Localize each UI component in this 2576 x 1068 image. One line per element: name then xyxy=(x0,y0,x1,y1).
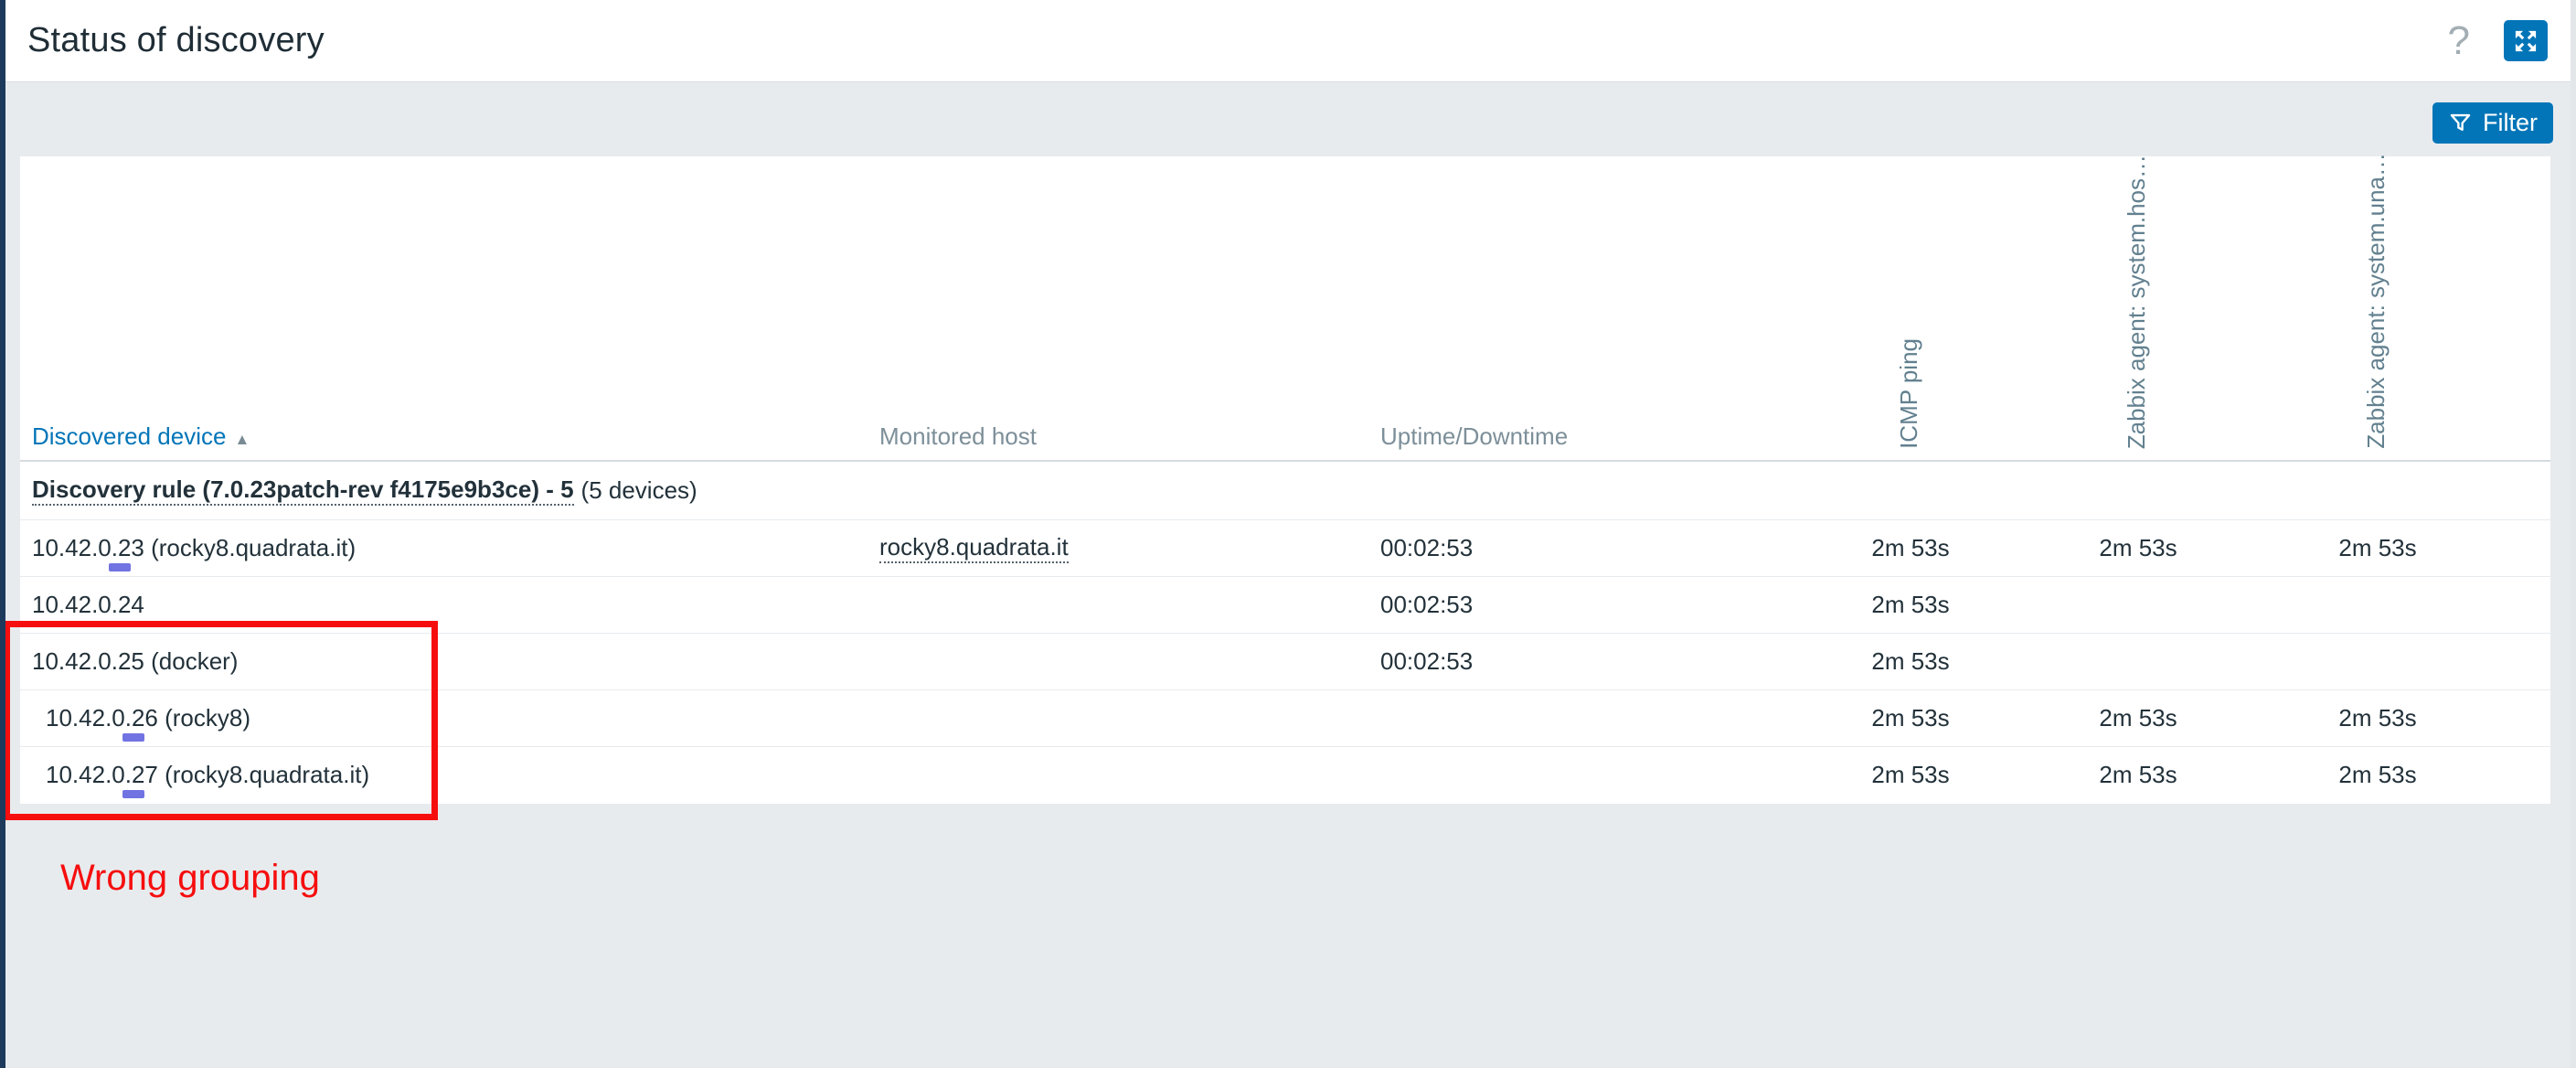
discovered-device-cell: 10.42.0.27 (rocky8.quadrata.it) xyxy=(46,747,369,803)
funnel-icon xyxy=(2448,111,2473,135)
uptime-cell: 00:02:53 xyxy=(1380,577,1473,633)
sort-ascending-icon: ▲ xyxy=(234,431,250,449)
monitored-host-link[interactable]: rocky8.quadrata.it xyxy=(879,533,1069,563)
icmp-ping-cell: 2m 53s xyxy=(1837,577,1984,633)
agent-hostname-cell xyxy=(2065,577,2211,633)
table-row: 10.42.0.27 (rocky8.quadrata.it) 2m 53s 2… xyxy=(20,746,2550,803)
discovered-device-label: 10.42.0.23 (rocky8.quadrata.it) xyxy=(32,534,356,562)
sidebar-edge xyxy=(0,0,5,1068)
agent-hostname-cell xyxy=(2065,634,2211,689)
column-header-monitored-host: Monitored host xyxy=(879,422,1037,451)
agent-uname-cell xyxy=(2305,634,2451,689)
table-body: 10.42.0.23 (rocky8.quadrata.it) rocky8.q… xyxy=(20,519,2550,803)
discovery-status-table: Discovered device ▲ Monitored host Uptim… xyxy=(20,156,2550,804)
annotation-label: Wrong grouping xyxy=(60,858,320,899)
column-header-uptime-downtime: Uptime/Downtime xyxy=(1380,422,1568,451)
table-row: 10.42.0.23 (rocky8.quadrata.it) rocky8.q… xyxy=(20,519,2550,576)
table-header: Discovered device ▲ Monitored host Uptim… xyxy=(20,156,2550,462)
agent-hostname-cell: 2m 53s xyxy=(2065,520,2211,576)
discovered-device-cell: 10.42.0.23 (rocky8.quadrata.it) xyxy=(32,520,356,576)
column-header-label: Discovered device xyxy=(32,422,226,451)
table-row: 10.42.0.26 (rocky8) 2m 53s 2m 53s 2m 53s xyxy=(20,689,2550,746)
uptime-cell: 00:02:53 xyxy=(1380,520,1473,576)
agent-uname-cell: 2m 53s xyxy=(2305,520,2451,576)
fullscreen-button[interactable] xyxy=(2504,20,2548,61)
column-header-discovered-device[interactable]: Discovered device ▲ xyxy=(32,422,250,451)
page-header: Status of discovery ? xyxy=(5,0,2571,82)
column-header-agent-hostname: Zabbix agent: system.hos… xyxy=(2123,155,2151,449)
table-row: 10.42.0.24 00:02:53 2m 53s xyxy=(20,576,2550,633)
icmp-ping-cell: 2m 53s xyxy=(1837,747,1984,803)
expand-arrows-icon xyxy=(2513,28,2539,54)
page-title: Status of discovery xyxy=(27,0,325,81)
discovered-device-cell: 10.42.0.25 (docker) xyxy=(32,634,238,689)
scrollbar-gutter[interactable] xyxy=(2571,0,2576,1068)
filter-button[interactable]: Filter xyxy=(2432,102,2553,144)
monitored-host-cell: rocky8.quadrata.it xyxy=(879,520,1069,576)
help-icon[interactable]: ? xyxy=(2448,0,2470,81)
agent-uname-cell xyxy=(2305,577,2451,633)
discovery-rule-device-count: (5 devices) xyxy=(581,476,697,505)
icmp-ping-cell: 2m 53s xyxy=(1837,690,1984,746)
discovered-device-label: 10.42.0.26 (rocky8) xyxy=(46,704,250,732)
column-header-icmp-ping: ICMP ping xyxy=(1895,338,1923,449)
filter-button-label: Filter xyxy=(2483,109,2538,137)
discovered-device-label: 10.42.0.27 (rocky8.quadrata.it) xyxy=(46,761,369,789)
discovered-device-label: 10.42.0.24 xyxy=(32,591,144,619)
agent-uname-cell: 2m 53s xyxy=(2305,747,2451,803)
icmp-ping-cell: 2m 53s xyxy=(1837,520,1984,576)
service-badge xyxy=(109,563,131,571)
service-badge xyxy=(122,733,144,742)
uptime-cell: 00:02:53 xyxy=(1380,634,1473,689)
agent-hostname-cell: 2m 53s xyxy=(2065,747,2211,803)
agent-uname-cell: 2m 53s xyxy=(2305,690,2451,746)
discovered-device-cell: 10.42.0.26 (rocky8) xyxy=(46,690,250,746)
discovery-rule-group-row: Discovery rule (7.0.23patch-rev f4175e9b… xyxy=(20,462,2550,519)
discovered-device-label: 10.42.0.25 (docker) xyxy=(32,647,238,676)
icmp-ping-cell: 2m 53s xyxy=(1837,634,1984,689)
discovery-rule-link[interactable]: Discovery rule (7.0.23patch-rev f4175e9b… xyxy=(32,475,574,506)
table-row: 10.42.0.25 (docker) 00:02:53 2m 53s xyxy=(20,633,2550,689)
service-badge xyxy=(122,790,144,798)
discovered-device-cell: 10.42.0.24 xyxy=(32,577,144,633)
column-header-agent-uname: Zabbix agent: system.una… xyxy=(2362,153,2390,449)
agent-hostname-cell: 2m 53s xyxy=(2065,690,2211,746)
